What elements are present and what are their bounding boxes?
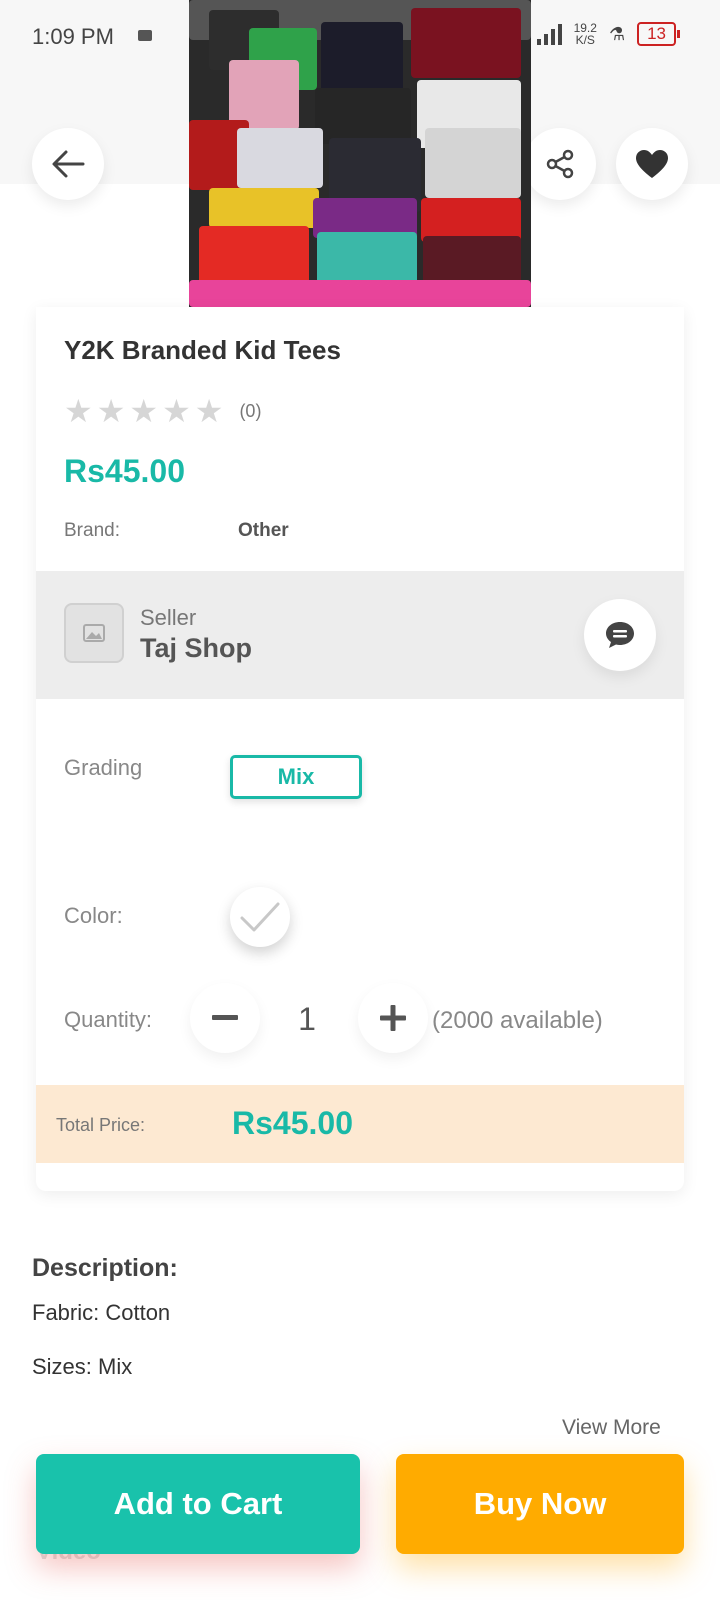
checkmark-icon — [240, 902, 280, 932]
available-stock: (2000 available) — [432, 1007, 603, 1034]
product-image[interactable] — [189, 0, 531, 307]
heart-icon — [636, 150, 668, 178]
color-label: Color: — [64, 903, 123, 928]
quantity-decrease-button[interactable] — [190, 983, 260, 1053]
battery-icon: 13 — [637, 22, 680, 46]
signal-icon — [536, 23, 562, 45]
status-time: 1:09 PM — [32, 24, 114, 49]
description-line: Fabric: Cotton — [32, 1300, 171, 1325]
review-count: (0) — [239, 400, 262, 421]
star-icon: ★ — [96, 393, 126, 429]
status-indicators: 19.2 K/S ⚗ 13 — [536, 22, 680, 46]
add-to-cart-button[interactable]: Add to Cart — [36, 1454, 360, 1554]
chat-bubble-icon — [606, 622, 634, 648]
star-icon: ★ — [162, 393, 191, 429]
description-line: Sizes: Mix — [32, 1354, 133, 1379]
minus-icon — [212, 1015, 238, 1020]
brand-label: Brand: — [64, 520, 120, 541]
seller-name[interactable]: Taj Shop — [140, 633, 252, 664]
product-price: Rs45.00 — [64, 453, 185, 489]
action-bar: Add to Cart Buy Now — [0, 1436, 720, 1600]
share-icon — [546, 149, 574, 179]
description-heading: Description: — [32, 1254, 178, 1282]
quantity-increase-button[interactable] — [358, 983, 428, 1053]
seller-section[interactable]: Seller Taj Shop — [36, 571, 684, 699]
flask-icon: ⚗ — [608, 23, 626, 44]
buy-now-button[interactable]: Buy Now — [396, 1454, 684, 1554]
product-title: Y2K Branded Kid Tees — [64, 335, 341, 365]
seller-label: Seller — [140, 605, 197, 630]
back-button[interactable] — [32, 128, 104, 200]
battery-level: 13 — [647, 24, 666, 43]
quantity-value[interactable]: 1 — [272, 1001, 342, 1038]
grading-label: Grading — [64, 755, 143, 780]
star-icon: ★ — [194, 393, 224, 429]
product-card: Y2K Branded Kid Tees ★ ★ ★ ★ ★ (0) Rs45.… — [36, 307, 684, 1191]
favorite-button[interactable] — [616, 128, 688, 200]
total-price-label: Total Price: — [56, 1115, 146, 1135]
color-swatch-white[interactable] — [230, 887, 290, 947]
arrow-left-icon — [52, 150, 85, 178]
chat-button[interactable] — [584, 599, 656, 671]
total-price-value: Rs45.00 — [232, 1105, 353, 1141]
image-placeholder-icon — [83, 624, 105, 642]
quantity-label: Quantity: — [64, 1007, 153, 1032]
seller-avatar — [64, 603, 124, 663]
rating: ★ ★ ★ ★ ★ (0) — [64, 395, 261, 427]
total-price-bar: Total Price: Rs45.00 — [36, 1085, 684, 1163]
star-icon: ★ — [64, 393, 93, 429]
net-speed: 19.2 K/S — [574, 22, 597, 46]
star-icon: ★ — [129, 393, 159, 429]
net-speed-unit: K/S — [575, 33, 595, 47]
plus-icon — [380, 1005, 406, 1031]
message-icon — [138, 30, 152, 41]
description-body: Fabric: Cotton Sizes: Mix — [0, 1300, 720, 1380]
share-button[interactable] — [524, 128, 596, 200]
grading-option-mix[interactable]: Mix — [230, 755, 362, 799]
brand-value: Other — [238, 520, 289, 541]
